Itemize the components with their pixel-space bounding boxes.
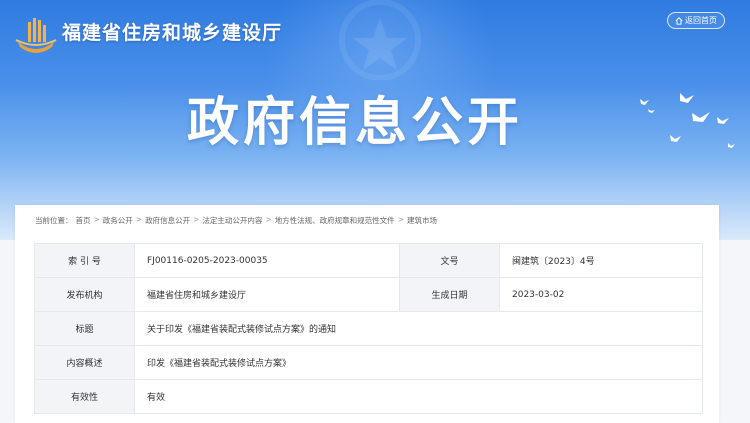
breadcrumb-item-home[interactable]: 首页 bbox=[76, 215, 91, 226]
document-info-table: 索 引 号 FJ00116-0205-2023-00035 文号 闽建筑〔202… bbox=[34, 243, 703, 414]
home-button[interactable]: 返回首页 bbox=[667, 12, 725, 29]
breadcrumb-item-government-affairs[interactable]: 政务公开 bbox=[103, 215, 133, 226]
publisher-label: 发布机构 bbox=[34, 277, 135, 312]
index-value: FJ00116-0205-2023-00035 bbox=[134, 243, 400, 278]
date-value: 2023-03-02 bbox=[499, 277, 703, 312]
validity-label: 有效性 bbox=[34, 379, 135, 414]
breadcrumb-prefix: 当前位置： bbox=[35, 216, 73, 225]
table-row: 发布机构 福建省住房和城乡建设厅 生成日期 2023-03-02 bbox=[34, 277, 703, 312]
breadcrumb-item-regulations[interactable]: 地方性法规、政府规章和规范性文件 bbox=[275, 215, 395, 226]
header-banner: 福建省住房和城乡建设厅 返回首页 政府信息公开 bbox=[0, 0, 750, 240]
dove-icon bbox=[640, 93, 735, 148]
breadcrumb-separator: > bbox=[397, 215, 404, 224]
title-value: 关于印发《福建省装配式装修试点方案》的通知 bbox=[134, 311, 703, 346]
docno-value: 闽建筑〔2023〕4号 bbox=[499, 243, 703, 278]
emblem-watermark-icon bbox=[339, 0, 421, 80]
summary-label: 内容概述 bbox=[34, 345, 135, 380]
content-panel: 当前位置： 首页 > 政务公开 > 政府信息公开 > 法定主动公开内容 > 地方… bbox=[15, 205, 719, 423]
breadcrumb-separator: > bbox=[93, 215, 100, 224]
breadcrumb-separator: > bbox=[193, 215, 200, 224]
breadcrumb-item-statutory-content[interactable]: 法定主动公开内容 bbox=[202, 215, 262, 226]
breadcrumb-separator: > bbox=[135, 215, 143, 224]
site-name[interactable]: 福建省住房和城乡建设厅 bbox=[62, 18, 282, 45]
breadcrumb-item-construction-market[interactable]: 建筑市场 bbox=[407, 215, 437, 226]
breadcrumb-item-info-disclosure[interactable]: 政府信息公开 bbox=[145, 215, 190, 226]
home-icon bbox=[675, 16, 683, 25]
publisher-value: 福建省住房和城乡建设厅 bbox=[134, 277, 400, 312]
docno-label: 文号 bbox=[399, 243, 500, 278]
table-row: 索 引 号 FJ00116-0205-2023-00035 文号 闽建筑〔202… bbox=[34, 243, 703, 278]
breadcrumb: 当前位置： 首页 > 政务公开 > 政府信息公开 > 法定主动公开内容 > 地方… bbox=[35, 215, 437, 226]
validity-value: 有效 bbox=[134, 379, 703, 414]
date-label: 生成日期 bbox=[399, 277, 500, 312]
table-row: 标题 关于印发《福建省装配式装修试点方案》的通知 bbox=[34, 311, 703, 346]
table-row: 有效性 有效 bbox=[34, 379, 703, 414]
home-button-label: 返回首页 bbox=[685, 16, 717, 25]
breadcrumb-separator: > bbox=[265, 215, 272, 224]
building-logo-icon bbox=[15, 18, 57, 53]
table-row: 内容概述 印发《福建省装配式装修试点方案》 bbox=[34, 345, 703, 380]
index-label: 索 引 号 bbox=[34, 243, 135, 278]
summary-value: 印发《福建省装配式装修试点方案》 bbox=[134, 345, 703, 380]
title-label: 标题 bbox=[34, 311, 135, 346]
